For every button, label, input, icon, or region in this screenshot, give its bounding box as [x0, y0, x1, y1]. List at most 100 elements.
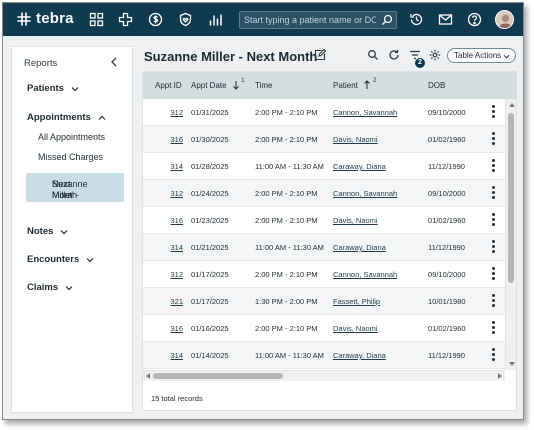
logo-text: tebra: [36, 10, 74, 27]
row-actions-kebab-icon[interactable]: [492, 186, 496, 200]
patient-name-link[interactable]: Fassett, Philip: [333, 297, 380, 306]
patient-name-link[interactable]: Davis, Naomi: [333, 324, 378, 333]
vertical-scrollbar[interactable]: [505, 99, 516, 370]
appt-time-cell: 11:00 AM - 11:30 AM: [255, 351, 324, 360]
search-icon[interactable]: [381, 14, 393, 26]
row-actions-kebab-icon[interactable]: [492, 240, 496, 254]
sidebar-group-claims[interactable]: Claims: [27, 282, 73, 293]
help-icon[interactable]: [467, 12, 482, 27]
scroll-right-arrow[interactable]: [498, 373, 502, 379]
sidebar-group-encounters[interactable]: Encounters: [27, 254, 94, 265]
table-row: 31401/14/202511:00 AM - 11:30 AMCaraway,…: [143, 342, 505, 369]
patient-name-link[interactable]: Caraway, Diana: [333, 162, 386, 171]
appt-time-cell: 2:00 PM - 2:10 PM: [255, 324, 318, 333]
column-header-dob[interactable]: DOB: [428, 81, 445, 90]
patient-name-link[interactable]: Davis, Naomi: [333, 216, 378, 225]
sidebar-group-label: Appointments: [27, 112, 91, 123]
sort-ascending-icon: [363, 80, 371, 90]
appt-time-cell: 2:00 PM - 2:10 PM: [255, 216, 318, 225]
table-row: 32101/17/20251:30 PM - 2:00 PMFassett, P…: [143, 288, 505, 315]
table-row: 31201/24/20252:00 PM - 2:10 PMCannon, Sa…: [143, 180, 505, 207]
row-actions-kebab-icon[interactable]: [492, 321, 496, 335]
app-window: tebra: [2, 2, 524, 420]
column-header-appt-id[interactable]: Appt ID: [155, 81, 182, 90]
row-actions-kebab-icon[interactable]: [492, 294, 496, 308]
appt-id-link[interactable]: 314: [170, 351, 183, 360]
refresh-icon[interactable]: [388, 49, 400, 61]
logo-mark-icon: [16, 11, 32, 27]
sidebar-group-appointments[interactable]: Appointments: [27, 112, 106, 123]
patient-dob-cell: 11/12/1990: [428, 162, 465, 171]
plus-cross-icon[interactable]: [118, 12, 133, 27]
row-actions-kebab-icon[interactable]: [492, 159, 496, 173]
appt-id-link[interactable]: 321: [170, 297, 183, 306]
row-actions-kebab-icon[interactable]: [492, 105, 496, 119]
collapse-sidebar-icon[interactable]: [108, 56, 120, 68]
appt-id-link[interactable]: 314: [170, 243, 183, 252]
reports-sidebar: Reports Patients Appointments All Appoin…: [11, 46, 133, 413]
column-header-patient[interactable]: Patient 2: [333, 81, 358, 90]
scroll-up-arrow[interactable]: [509, 103, 515, 107]
sidebar-item-missed-charges[interactable]: Missed Charges: [38, 152, 103, 162]
row-actions-kebab-icon[interactable]: [492, 132, 496, 146]
grid-icon[interactable]: [89, 12, 104, 27]
appt-date-cell: 01/30/2025: [191, 135, 229, 144]
sidebar-group-notes[interactable]: Notes: [27, 226, 68, 237]
table-row: 31201/17/20252:00 PM - 2:10 PMCannon, Sa…: [143, 261, 505, 288]
row-actions-kebab-icon[interactable]: [492, 213, 496, 227]
patient-name-link[interactable]: Caraway, Diana: [333, 351, 386, 360]
gear-icon[interactable]: [429, 49, 441, 61]
patient-name-link[interactable]: Davis, Naomi: [333, 135, 378, 144]
patient-name-link[interactable]: Cannon, Savannah: [333, 108, 397, 117]
chevron-down-icon: [71, 85, 79, 93]
sidebar-group-patients[interactable]: Patients: [27, 83, 79, 94]
shield-heart-icon[interactable]: [178, 12, 193, 27]
scroll-left-arrow[interactable]: [146, 373, 150, 379]
tebra-logo[interactable]: tebra: [16, 10, 74, 27]
patient-search[interactable]: [239, 11, 397, 29]
patient-name-link[interactable]: Caraway, Diana: [333, 243, 386, 252]
mail-icon[interactable]: [438, 12, 453, 27]
patient-search-input[interactable]: [244, 13, 376, 27]
sidebar-item-all-appointments[interactable]: All Appointments: [38, 132, 105, 142]
sort-descending-icon: [232, 80, 240, 90]
appt-id-link[interactable]: 316: [170, 216, 183, 225]
row-actions-kebab-icon[interactable]: [492, 348, 496, 362]
chevron-down-icon: [60, 228, 68, 236]
chevron-down-icon: [65, 284, 73, 292]
report-table: Appt ID Appt Date 1 Time Patient 2 DOB 3…: [142, 71, 517, 411]
row-actions-kebab-icon[interactable]: [492, 267, 496, 281]
bar-chart-icon[interactable]: [208, 12, 223, 27]
patient-name-link[interactable]: Cannon, Savannah: [333, 189, 397, 198]
appt-date-cell: 01/24/2025: [191, 189, 229, 198]
appt-id-link[interactable]: 316: [170, 324, 183, 333]
table-actions-dropdown[interactable]: Table Actions: [447, 48, 516, 63]
scroll-down-arrow[interactable]: [509, 362, 515, 366]
user-avatar[interactable]: [495, 10, 514, 29]
appt-id-link[interactable]: 312: [170, 108, 183, 117]
patient-dob-cell: 09/10/2000: [428, 270, 466, 279]
appt-id-link[interactable]: 316: [170, 135, 183, 144]
table-row: 31201/31/20252:00 PM - 2:10 PMCannon, Sa…: [143, 99, 505, 126]
filter-count-badge: 2: [415, 58, 425, 68]
table-actions-label: Table Actions: [454, 51, 501, 60]
column-header-appt-date[interactable]: Appt Date 1: [191, 81, 227, 90]
dollar-icon[interactable]: [148, 12, 163, 27]
appt-id-link[interactable]: 312: [170, 189, 183, 198]
horizontal-scrollbar[interactable]: [143, 370, 505, 381]
edit-icon[interactable]: [314, 49, 326, 61]
sidebar-item-suzanne-miller-next-month[interactable]: Suzanne Miller -Next Month: [26, 173, 124, 202]
chevron-down-icon: [86, 256, 94, 264]
column-header-time[interactable]: Time: [255, 81, 272, 90]
scrollbar-thumb[interactable]: [153, 373, 283, 379]
history-icon[interactable]: [409, 12, 424, 27]
scrollbar-thumb[interactable]: [508, 113, 514, 283]
patient-dob-cell: 09/10/2000: [428, 108, 466, 117]
appt-id-link[interactable]: 312: [170, 270, 183, 279]
patient-name-link[interactable]: Cannon, Savannah: [333, 270, 397, 279]
column-header-label: Patient: [333, 81, 358, 90]
search-icon[interactable]: [367, 49, 379, 61]
sort-order-badge: 2: [373, 77, 377, 84]
page-title: Suzanne Miller - Next Month: [144, 49, 317, 64]
appt-id-link[interactable]: 314: [170, 162, 183, 171]
